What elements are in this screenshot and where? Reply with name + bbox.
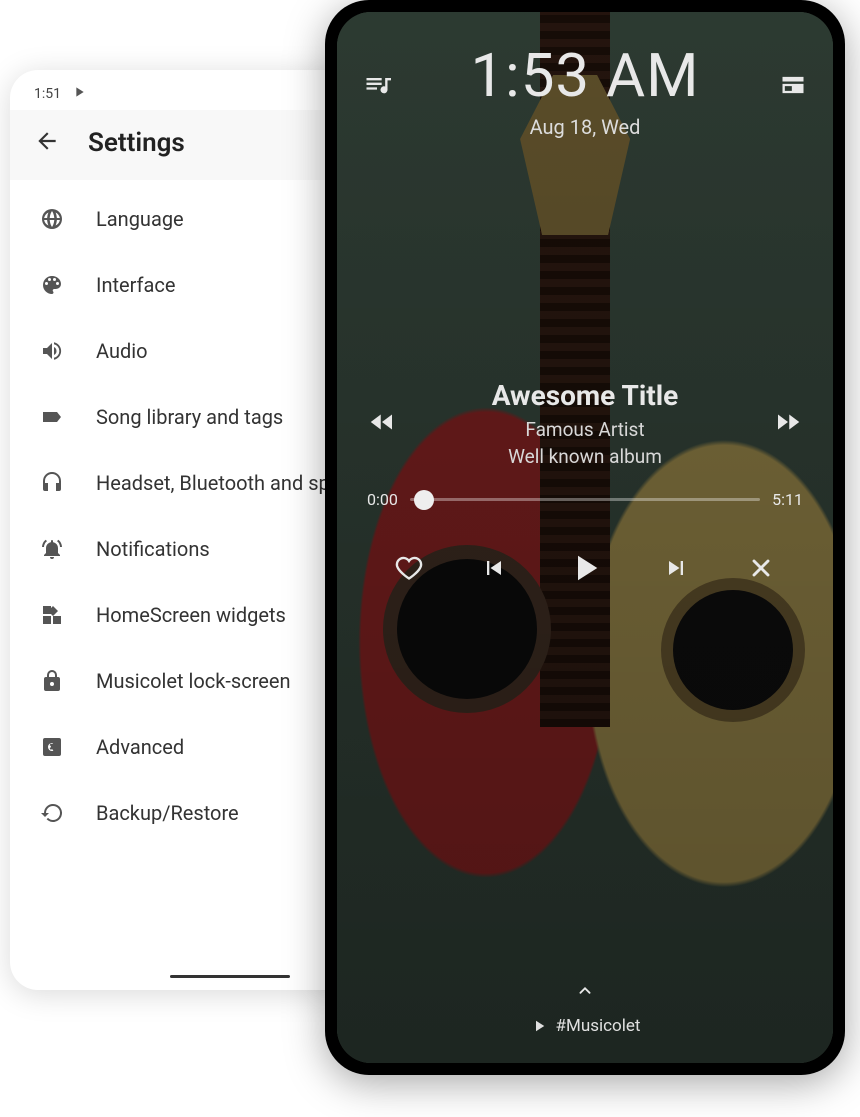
settings-item-label: Audio xyxy=(96,338,148,364)
lockscreen: 1:53 AM Aug 18, Wed Awesome Title F xyxy=(337,12,833,1063)
volume-icon xyxy=(38,339,66,363)
bell-icon xyxy=(38,537,66,561)
elapsed-time: 0:00 xyxy=(367,490,398,509)
palette-icon xyxy=(38,273,66,297)
status-time: 1:51 xyxy=(34,86,61,102)
chevron-up-icon[interactable] xyxy=(337,980,833,1006)
navigation-handle[interactable] xyxy=(170,975,290,978)
lock-icon xyxy=(38,669,66,693)
settings-item-label: Notifications xyxy=(96,536,210,562)
favorite-button[interactable] xyxy=(395,554,423,586)
app-brand: #Musicolet xyxy=(530,1016,641,1036)
restore-icon xyxy=(38,801,66,825)
settings-item-label: Advanced xyxy=(96,734,184,760)
gear-icon xyxy=(38,735,66,759)
rewind-icon[interactable] xyxy=(367,407,397,441)
settings-item-label: Song library and tags xyxy=(96,404,283,430)
lockscreen-device: 1:53 AM Aug 18, Wed Awesome Title F xyxy=(325,0,845,1075)
lock-date: Aug 18, Wed xyxy=(470,115,699,139)
settings-item-label: Interface xyxy=(96,272,175,298)
settings-item-label: Language xyxy=(96,206,184,232)
lock-time: 1:53 AM xyxy=(470,40,699,111)
headset-icon xyxy=(38,471,66,495)
next-button[interactable] xyxy=(662,554,690,586)
back-icon[interactable] xyxy=(34,128,60,158)
queue-icon[interactable] xyxy=(363,71,391,103)
seek-thumb[interactable] xyxy=(414,490,434,510)
settings-item-label: HomeScreen widgets xyxy=(96,602,286,628)
settings-title: Settings xyxy=(88,128,185,158)
total-time: 5:11 xyxy=(772,490,803,509)
settings-item-label: Backup/Restore xyxy=(96,800,239,826)
app-logo-icon xyxy=(71,84,87,104)
song-title: Awesome Title xyxy=(492,379,679,412)
song-metadata: Awesome Title Famous Artist Well known a… xyxy=(492,379,679,468)
song-album: Well known album xyxy=(492,445,679,468)
playback-controls xyxy=(337,509,833,593)
seek-track[interactable] xyxy=(410,498,760,501)
play-button[interactable] xyxy=(564,547,606,593)
settings-item-label: Musicolet lock-screen xyxy=(96,668,291,694)
progress-bar[interactable]: 0:00 5:11 xyxy=(337,468,833,509)
widgets-icon xyxy=(38,603,66,627)
brand-text: #Musicolet xyxy=(556,1016,641,1036)
previous-button[interactable] xyxy=(480,554,508,586)
fast-forward-icon[interactable] xyxy=(773,407,803,441)
tag-icon xyxy=(38,405,66,429)
song-artist: Famous Artist xyxy=(492,418,679,441)
lyrics-icon[interactable] xyxy=(779,71,807,103)
globe-icon xyxy=(38,207,66,231)
close-button[interactable] xyxy=(747,554,775,586)
